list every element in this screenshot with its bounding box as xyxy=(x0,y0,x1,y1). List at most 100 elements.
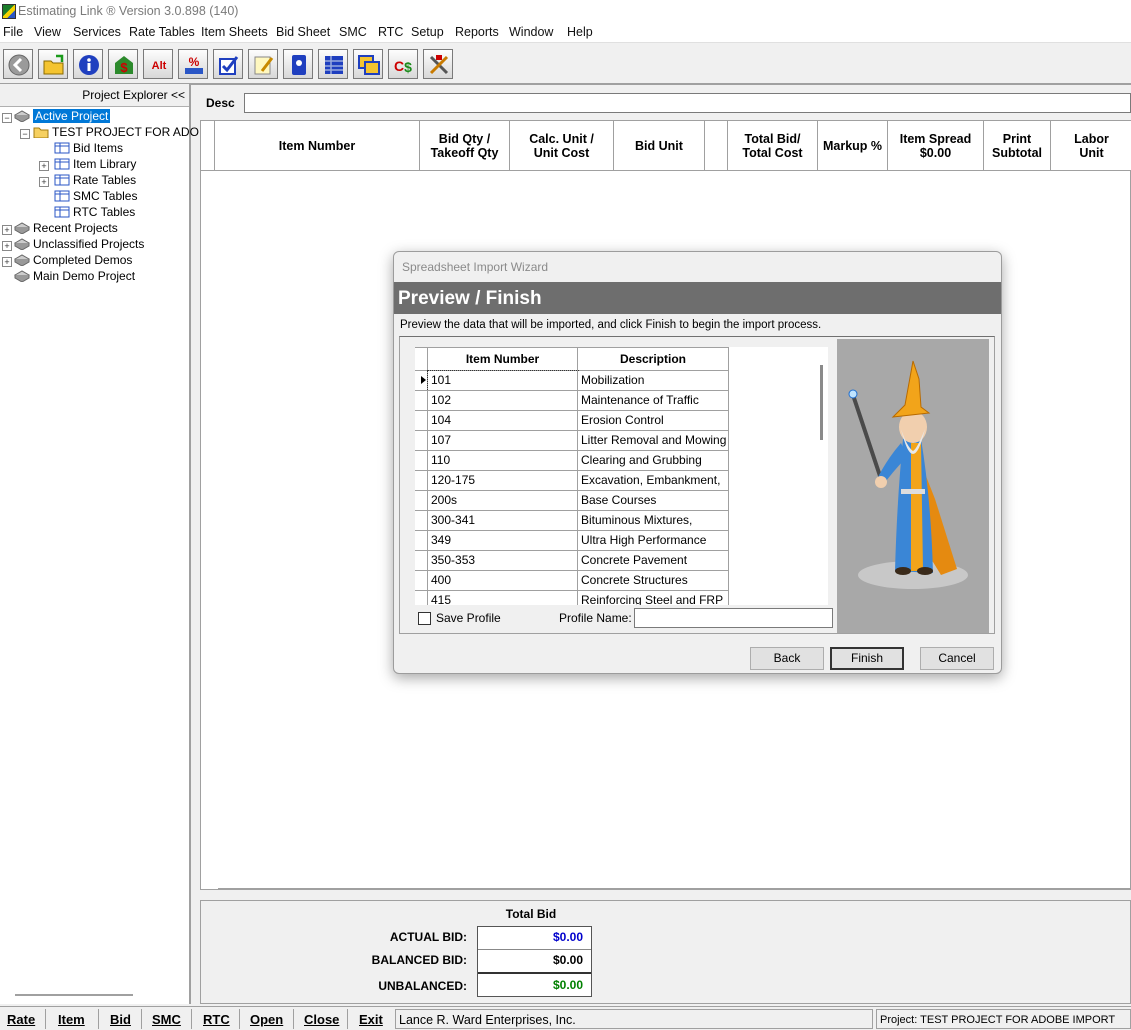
preview-cell-item-number[interactable]: 101 xyxy=(427,370,579,392)
recent-projects-label[interactable]: Recent Projects xyxy=(33,221,118,235)
collapse-icon[interactable]: − xyxy=(2,113,12,123)
preview-row-selector[interactable] xyxy=(415,531,428,551)
back-button[interactable] xyxy=(3,49,33,79)
preview-row-selector[interactable] xyxy=(415,571,428,591)
save-profile-checkbox[interactable] xyxy=(418,612,431,625)
tree-item-library[interactable]: Item Library xyxy=(54,157,136,173)
col-bid-unit[interactable]: Bid Unit xyxy=(614,121,705,171)
preview-cell-description[interactable]: Clearing and Grubbing xyxy=(578,451,729,471)
checklist-button[interactable] xyxy=(213,49,243,79)
bid-button[interactable]: Bid xyxy=(110,1012,131,1027)
tools-button[interactable] xyxy=(423,49,453,79)
expand-icon[interactable]: + xyxy=(2,241,12,251)
preview-cell-description[interactable]: Concrete Structures xyxy=(578,571,729,591)
unclassified-projects-label[interactable]: Unclassified Projects xyxy=(33,237,144,251)
col-blank[interactable] xyxy=(705,121,728,171)
bid-items-label[interactable]: Bid Items xyxy=(73,141,123,155)
preview-cell-description[interactable]: Litter Removal and Mowing xyxy=(578,431,729,451)
menu-rtc[interactable]: RTC xyxy=(378,25,403,39)
active-project-label[interactable]: Active Project xyxy=(33,109,111,123)
cost-button[interactable]: C $ xyxy=(388,49,418,79)
notepad-button[interactable] xyxy=(248,49,278,79)
rate-tables-label[interactable]: Rate Tables xyxy=(73,173,136,187)
rate-button[interactable]: Rate xyxy=(7,1012,35,1027)
preview-cell-item-number[interactable]: 200s xyxy=(428,491,578,511)
expand-icon[interactable]: + xyxy=(2,225,12,235)
preview-cell-description[interactable]: Excavation, Embankment, xyxy=(578,471,729,491)
project-name-label[interactable]: TEST PROJECT FOR ADO xyxy=(52,125,199,139)
menu-window[interactable]: Window xyxy=(509,25,553,39)
preview-cell-item-number[interactable]: 110 xyxy=(428,451,578,471)
menu-services[interactable]: Services xyxy=(73,25,121,39)
cancel-button[interactable]: Cancel xyxy=(920,647,994,670)
collapse-icon[interactable]: − xyxy=(20,129,30,139)
preview-row-selector[interactable] xyxy=(415,511,428,531)
completed-demos-label[interactable]: Completed Demos xyxy=(33,253,132,267)
tree-completed-demos[interactable]: Completed Demos xyxy=(14,253,132,269)
preview-cell-item-number[interactable]: 400 xyxy=(428,571,578,591)
tree-recent-projects[interactable]: Recent Projects xyxy=(14,221,118,237)
menu-help[interactable]: Help xyxy=(567,25,593,39)
spreadsheet-button[interactable] xyxy=(318,49,348,79)
tree-bid-items[interactable]: Bid Items xyxy=(54,141,123,157)
explorer-scrollbar[interactable] xyxy=(15,994,133,996)
menu-file[interactable]: File xyxy=(3,25,23,39)
menu-item-sheets[interactable]: Item Sheets xyxy=(201,25,268,39)
grid-horizontal-scrollbar[interactable] xyxy=(218,888,1131,890)
col-item-spread[interactable]: Item Spread $0.00 xyxy=(888,121,984,171)
tree-smc-tables[interactable]: SMC Tables xyxy=(54,189,137,205)
menu-view[interactable]: View xyxy=(34,25,61,39)
preview-col-item-number[interactable]: Item Number xyxy=(428,347,578,371)
rtc-button[interactable]: RTC xyxy=(203,1012,230,1027)
preview-row-selector[interactable] xyxy=(415,391,428,411)
preview-row-selector[interactable] xyxy=(415,371,428,391)
explorer-header-label[interactable]: Project Explorer << xyxy=(82,88,185,102)
col-calc-unit[interactable]: Calc. Unit / Unit Cost xyxy=(510,121,614,171)
tree-unclassified-projects[interactable]: Unclassified Projects xyxy=(14,237,144,253)
menu-reports[interactable]: Reports xyxy=(455,25,499,39)
percent-button[interactable]: % xyxy=(178,49,208,79)
alt-button[interactable]: Alt xyxy=(143,49,173,79)
preview-cell-description[interactable]: Reinforcing Steel and FRP xyxy=(578,591,729,605)
preview-cell-description[interactable]: Ultra High Performance xyxy=(578,531,729,551)
tree-project[interactable]: TEST PROJECT FOR ADO xyxy=(33,125,199,141)
preview-cell-item-number[interactable]: 349 xyxy=(428,531,578,551)
item-library-label[interactable]: Item Library xyxy=(73,157,136,171)
preview-cell-description[interactable]: Maintenance of Traffic xyxy=(578,391,729,411)
preview-cell-item-number[interactable]: 102 xyxy=(428,391,578,411)
col-item-number[interactable]: Item Number xyxy=(215,121,420,171)
scrollbar-thumb[interactable] xyxy=(820,365,823,440)
preview-scrollbar[interactable] xyxy=(813,347,828,605)
col-markup[interactable]: Markup % xyxy=(818,121,888,171)
menu-setup[interactable]: Setup xyxy=(411,25,444,39)
explorer-header[interactable]: Project Explorer << xyxy=(0,84,189,107)
col-print-subtotal[interactable]: Print Subtotal xyxy=(984,121,1051,171)
main-demo-project-label[interactable]: Main Demo Project xyxy=(33,269,135,283)
preview-col-description[interactable]: Description xyxy=(578,347,729,371)
preview-cell-item-number[interactable]: 107 xyxy=(428,431,578,451)
preview-row-selector[interactable] xyxy=(415,451,428,471)
back-button[interactable]: Back xyxy=(750,647,824,670)
menu-smc[interactable]: SMC xyxy=(339,25,367,39)
item-button[interactable]: Item xyxy=(58,1012,85,1027)
tree-rate-tables[interactable]: Rate Tables xyxy=(54,173,136,189)
col-total-bid[interactable]: Total Bid/Total Cost xyxy=(728,121,818,171)
preview-cell-item-number[interactable]: 104 xyxy=(428,411,578,431)
dollar-button[interactable]: $ xyxy=(108,49,138,79)
desc-input[interactable] xyxy=(244,93,1131,113)
preview-row-selector[interactable] xyxy=(415,491,428,511)
preview-cell-description[interactable]: Bituminous Mixtures, xyxy=(578,511,729,531)
preview-row-selector[interactable] xyxy=(415,431,428,451)
preview-cell-item-number[interactable]: 120-175 xyxy=(428,471,578,491)
col-bid-qty[interactable]: Bid Qty / Takeoff Qty xyxy=(420,121,510,171)
open-project-button[interactable]: Open xyxy=(250,1012,283,1027)
expand-icon[interactable]: + xyxy=(2,257,12,267)
tree-main-demo-project[interactable]: Main Demo Project xyxy=(14,269,135,285)
preview-cell-item-number[interactable]: 300-341 xyxy=(428,511,578,531)
rtc-tables-label[interactable]: RTC Tables xyxy=(73,205,135,219)
preview-row-selector[interactable] xyxy=(415,471,428,491)
exit-button[interactable]: Exit xyxy=(359,1012,383,1027)
preview-cell-description[interactable]: Base Courses xyxy=(578,491,729,511)
preview-cell-description[interactable]: Mobilization xyxy=(578,371,729,391)
preview-cell-item-number[interactable]: 415 xyxy=(428,591,578,605)
